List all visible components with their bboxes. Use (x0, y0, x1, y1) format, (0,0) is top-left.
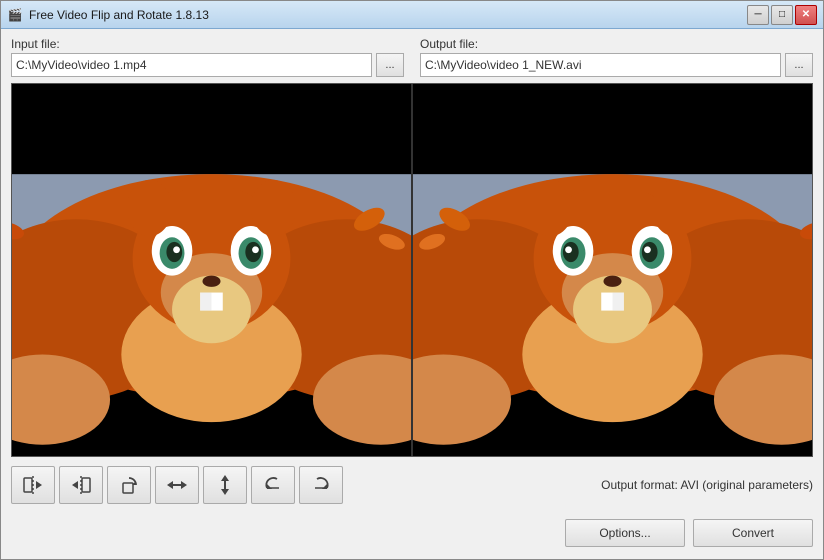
input-file-field[interactable] (11, 53, 372, 77)
flip-vertical-button[interactable] (203, 466, 247, 504)
input-file-group: Input file: ... (11, 37, 404, 77)
output-file-label: Output file: (420, 37, 813, 51)
rotate-ccw-45-button[interactable] (251, 466, 295, 504)
flip-horizontal-button[interactable] (155, 466, 199, 504)
output-file-row: ... (420, 53, 813, 77)
flip-h-left-button[interactable] (11, 466, 55, 504)
rotate-cw-45-button[interactable] (299, 466, 343, 504)
preview-canvas (12, 84, 812, 456)
main-window: 🎬 Free Video Flip and Rotate 1.8.13 ─ □ … (0, 0, 824, 560)
transform-buttons (11, 466, 343, 504)
rotate-cw-button[interactable] (107, 466, 151, 504)
preview-left (12, 84, 411, 456)
convert-button[interactable]: Convert (693, 519, 813, 547)
app-icon: 🎬 (7, 7, 23, 23)
close-button[interactable]: ✕ (795, 5, 817, 25)
minimize-button[interactable]: ─ (747, 5, 769, 25)
window-controls: ─ □ ✕ (747, 5, 817, 25)
bottom-row: Options... Convert (11, 513, 813, 551)
maximize-button[interactable]: □ (771, 5, 793, 25)
flip-h-right-button[interactable] (59, 466, 103, 504)
input-browse-button[interactable]: ... (376, 53, 404, 77)
output-file-group: Output file: ... (420, 37, 813, 77)
options-button[interactable]: Options... (565, 519, 685, 547)
window-title: Free Video Flip and Rotate 1.8.13 (29, 8, 747, 22)
file-selector-row: Input file: ... Output file: ... (11, 37, 813, 77)
preview-area (11, 83, 813, 457)
output-browse-button[interactable]: ... (785, 53, 813, 77)
output-format-label: Output format: AVI (original parameters) (601, 478, 813, 492)
title-bar: 🎬 Free Video Flip and Rotate 1.8.13 ─ □ … (1, 1, 823, 29)
input-file-label: Input file: (11, 37, 404, 51)
toolbar-row: Output format: AVI (original parameters) (11, 463, 813, 507)
content-area: Input file: ... Output file: ... (1, 29, 823, 559)
input-file-row: ... (11, 53, 404, 77)
preview-right (413, 84, 812, 456)
output-file-field[interactable] (420, 53, 781, 77)
